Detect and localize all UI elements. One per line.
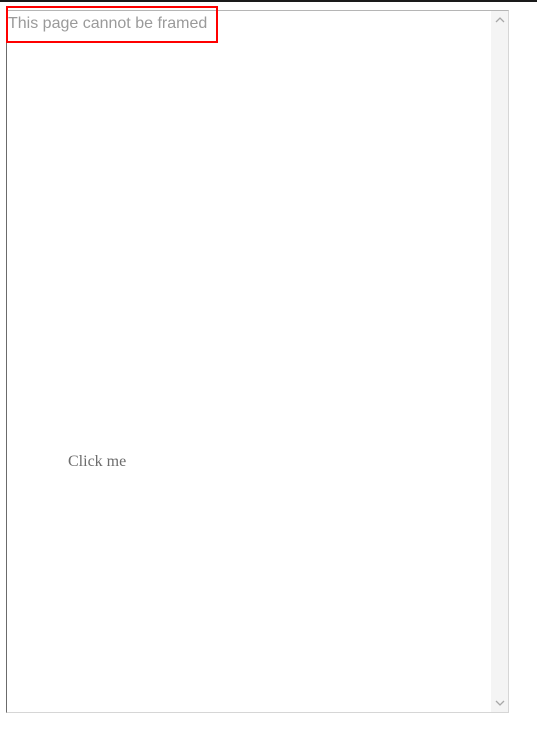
vertical-scrollbar[interactable]	[491, 11, 508, 712]
embedded-frame[interactable]: This page cannot be framed Click me	[6, 10, 509, 713]
chevron-down-icon	[495, 700, 504, 706]
scroll-down-button[interactable]	[491, 695, 508, 712]
click-me-link[interactable]: Click me	[68, 454, 126, 470]
chevron-up-icon	[495, 17, 504, 23]
frame-blocked-message: This page cannot be framed	[8, 15, 208, 32]
scroll-up-button[interactable]	[491, 11, 508, 28]
top-divider	[0, 0, 537, 2]
